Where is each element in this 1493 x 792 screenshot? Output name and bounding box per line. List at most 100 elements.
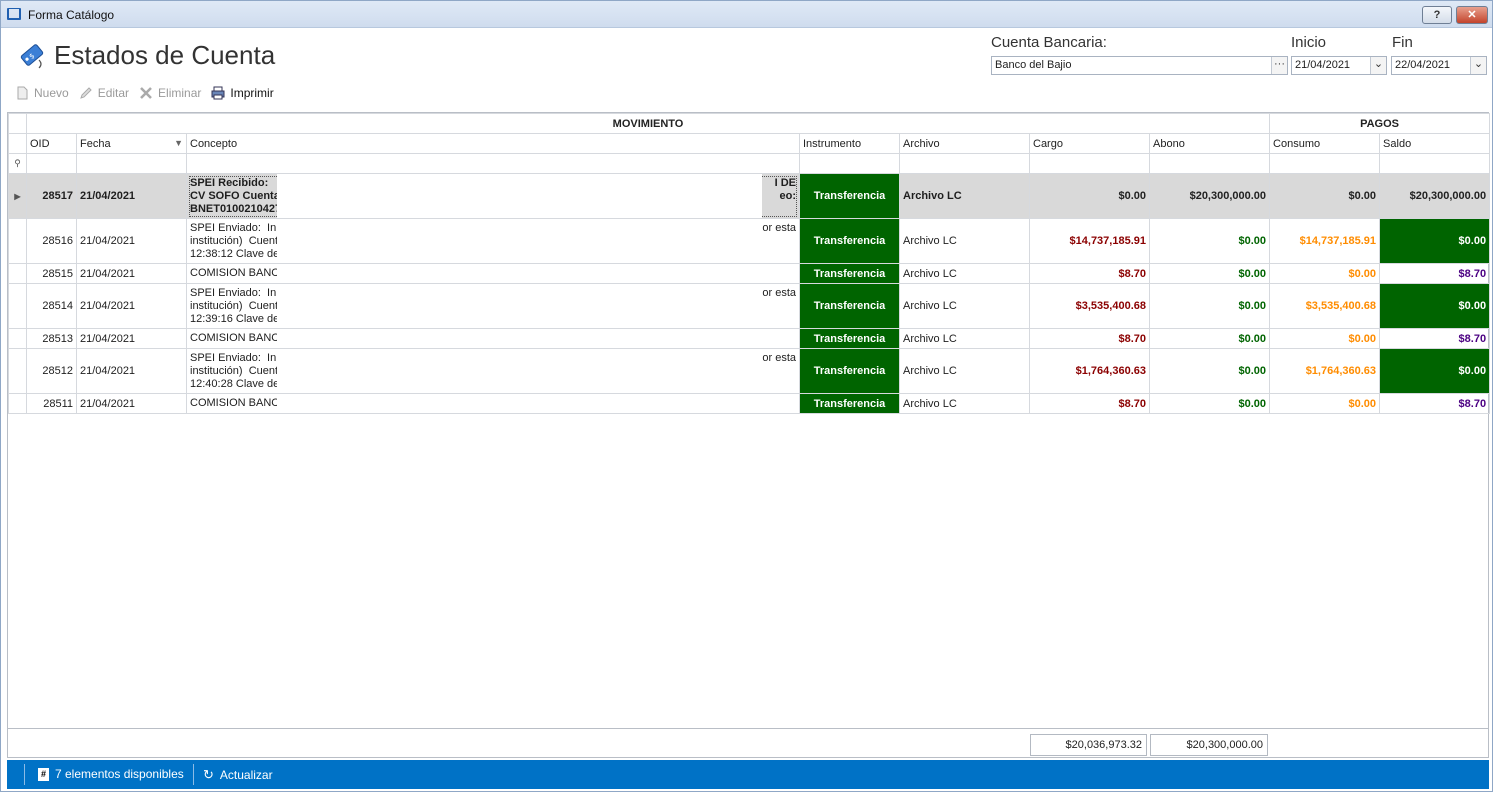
- row-indicator: [8, 263, 27, 284]
- cell-cargo: $8.70: [1029, 328, 1150, 349]
- filter-oid[interactable]: [26, 153, 77, 174]
- item-count: # 7 elementos disponibles: [38, 767, 184, 781]
- cell-saldo: $8.70: [1379, 328, 1491, 349]
- row-indicator: ▶: [8, 173, 27, 219]
- cell-concepto: COMISION BANCA: [186, 328, 800, 349]
- cell-oid: 28517: [26, 173, 77, 219]
- cell-saldo: $0.00: [1379, 218, 1491, 264]
- concepto-overlay: [277, 329, 762, 348]
- new-button[interactable]: Nuevo: [15, 84, 69, 102]
- col-abono[interactable]: Abono: [1148, 133, 1271, 154]
- bank-account-value: Banco del Bajio: [995, 59, 1072, 71]
- table-row[interactable]: 28511 21/04/2021 COMISION BANCA Transferenc…: [8, 393, 1491, 414]
- concepto-tail: or esta: [762, 352, 796, 365]
- filter-cargo[interactable]: [1029, 153, 1150, 174]
- concepto-overlay: [277, 349, 762, 393]
- cell-oid: 28513: [26, 328, 77, 349]
- band-movimiento: MOVIMIENTO: [25, 113, 1271, 134]
- cell-fecha: 21/04/2021: [76, 283, 187, 329]
- start-date-value: 21/04/2021: [1295, 59, 1351, 71]
- table-row[interactable]: 28513 21/04/2021 COMISION BANCA Transferenc…: [8, 328, 1491, 349]
- cell-consumo: $0.00: [1269, 263, 1381, 284]
- table-row[interactable]: 28514 21/04/2021 SPEI Enviado: In instituc…: [8, 283, 1491, 329]
- filter-consumo[interactable]: [1269, 153, 1381, 174]
- cell-cargo: $0.00: [1029, 173, 1150, 219]
- cell-fecha: 21/04/2021: [76, 328, 187, 349]
- cell-saldo: $0.00: [1379, 283, 1491, 329]
- filter-instrumento[interactable]: [799, 153, 900, 174]
- item-count-label: 7 elementos disponibles: [55, 767, 184, 781]
- table-row[interactable]: 28515 21/04/2021 COMISION BANCA Transferenc…: [8, 263, 1491, 284]
- statement-grid: MOVIMIENTO PAGOS OID Fecha ▼ Concepto Ins…: [7, 112, 1491, 758]
- cell-archivo: Archivo LC: [899, 218, 1030, 264]
- cell-fecha: 21/04/2021: [76, 348, 187, 394]
- col-instrumento[interactable]: Instrumento: [799, 133, 900, 154]
- print-button[interactable]: Imprimir: [211, 84, 274, 102]
- cell-cargo: $1,764,360.63: [1029, 348, 1150, 394]
- cell-cargo: $14,737,185.91: [1029, 218, 1150, 264]
- filter-archivo[interactable]: [899, 153, 1030, 174]
- cell-consumo: $0.00: [1269, 328, 1381, 349]
- table-row[interactable]: 28512 21/04/2021 SPEI Enviado: In instituc…: [8, 348, 1491, 394]
- close-button[interactable]: ✕: [1456, 6, 1488, 24]
- filter-fecha[interactable]: [76, 153, 187, 174]
- total-cargo: $20,036,973.32: [1030, 734, 1147, 756]
- cell-oid: 28516: [26, 218, 77, 264]
- concepto-tail: or esta: [762, 287, 796, 300]
- end-date-picker[interactable]: 22/04/2021 ⌄: [1391, 56, 1487, 75]
- cell-abono: $20,300,000.00: [1148, 173, 1271, 219]
- chevron-down-icon[interactable]: ⌄: [1370, 57, 1386, 74]
- concepto-tail: I DE eo:: [774, 177, 796, 203]
- col-concepto[interactable]: Concepto: [186, 133, 800, 154]
- delete-button[interactable]: Eliminar: [139, 84, 201, 102]
- cell-instrumento: Transferencia: [799, 348, 900, 394]
- refresh-button[interactable]: ↻ Actualizar: [203, 767, 273, 783]
- ellipsis-button[interactable]: ···: [1271, 57, 1287, 74]
- chevron-down-icon[interactable]: ⌄: [1470, 57, 1486, 74]
- auto-filter-row: ⚲: [8, 153, 1491, 174]
- cell-oid: 28515: [26, 263, 77, 284]
- cell-instrumento: Transferencia: [799, 263, 900, 284]
- col-fecha[interactable]: Fecha ▼: [76, 133, 187, 154]
- page-title: Estados de Cuenta: [54, 40, 276, 70]
- col-oid[interactable]: OID: [26, 133, 77, 154]
- cell-abono: $0.00: [1148, 348, 1271, 394]
- concepto-tail: or esta: [762, 222, 796, 235]
- start-date-picker[interactable]: 21/04/2021 ⌄: [1291, 56, 1387, 75]
- pencil-icon: [79, 87, 92, 99]
- cell-oid: 28512: [26, 348, 77, 394]
- end-date-label: Fin: [1392, 34, 1413, 51]
- bank-account-field[interactable]: Banco del Bajio ···: [991, 56, 1288, 75]
- tag-icon: $: [20, 44, 44, 69]
- cell-archivo: Archivo LC: [899, 348, 1030, 394]
- new-button-label: Nuevo: [34, 86, 69, 100]
- cell-concepto: COMISION BANCA: [186, 393, 800, 414]
- help-button[interactable]: ?: [1422, 6, 1452, 24]
- filter-abono[interactable]: [1148, 153, 1271, 174]
- band-pagos: PAGOS: [1269, 113, 1491, 134]
- row-indicator: [8, 393, 27, 414]
- table-row[interactable]: 28516 21/04/2021 SPEI Enviado: In instituc…: [8, 218, 1491, 264]
- concepto-overlay: [277, 394, 762, 413]
- edit-button-label: Editar: [97, 86, 130, 100]
- footer-separator: [8, 728, 1489, 729]
- col-archivo[interactable]: Archivo: [899, 133, 1030, 154]
- cell-fecha: 21/04/2021: [76, 173, 187, 219]
- toolbar: Nuevo Editar Eliminar Imprimir: [15, 84, 284, 102]
- col-consumo[interactable]: Consumo: [1269, 133, 1381, 154]
- filter-saldo[interactable]: [1379, 153, 1491, 174]
- cell-concepto: SPEI Recibido: CV SOFO Cuenta BNET010021…: [186, 173, 800, 219]
- col-cargo[interactable]: Cargo: [1029, 133, 1150, 154]
- cell-abono: $0.00: [1148, 283, 1271, 329]
- cell-fecha: 21/04/2021: [76, 393, 187, 414]
- table-row[interactable]: ▶ 28517 21/04/2021 SPEI Recibido: CV SOFO C…: [8, 173, 1491, 219]
- delete-button-label: Eliminar: [158, 86, 202, 100]
- window-title: Forma Catálogo: [28, 8, 115, 22]
- col-saldo[interactable]: Saldo: [1379, 133, 1491, 154]
- edit-button[interactable]: Editar: [79, 84, 129, 102]
- filter-concepto[interactable]: [186, 153, 800, 174]
- cell-abono: $0.00: [1148, 263, 1271, 284]
- bank-account-label: Cuenta Bancaria:: [991, 34, 1107, 51]
- catalog-window: Forma Catálogo ? ✕ $ Estados de Cuenta N…: [0, 0, 1493, 792]
- cell-instrumento: Transferencia: [799, 328, 900, 349]
